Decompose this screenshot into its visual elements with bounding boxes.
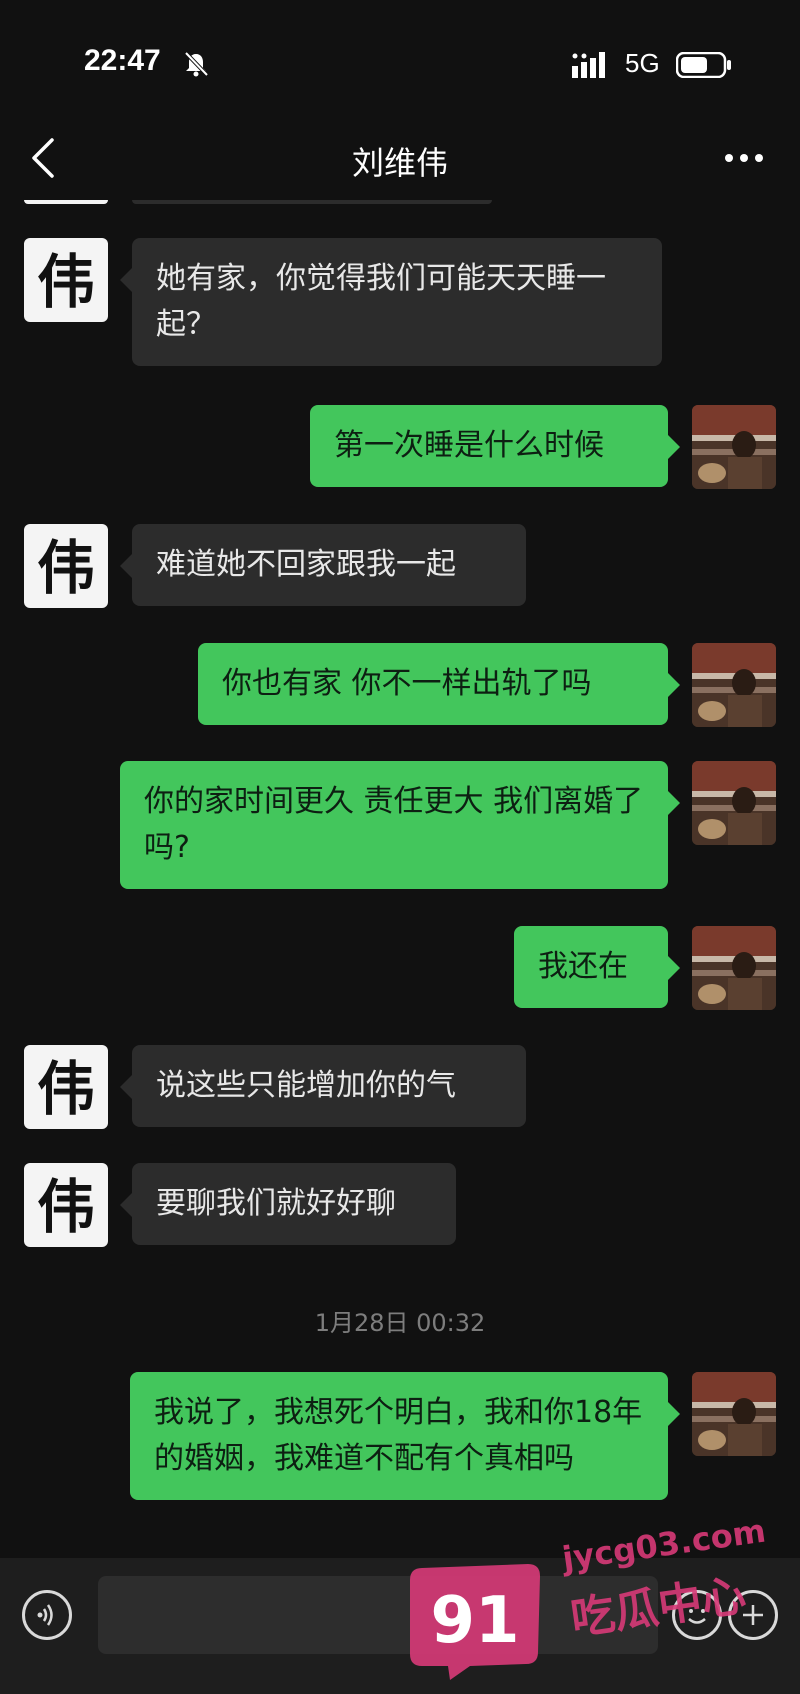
my-avatar[interactable] — [692, 926, 776, 1010]
contact-avatar[interactable]: 伟 — [24, 238, 108, 322]
partial-bubble — [132, 200, 492, 204]
svg-text:伟: 伟 — [37, 248, 95, 316]
photo-avatar-icon — [692, 761, 776, 845]
voice-button[interactable] — [22, 1590, 72, 1640]
svg-text:91: 91 — [430, 1584, 519, 1658]
svg-text:伟: 伟 — [37, 534, 95, 602]
avatar-glyph: 伟 — [37, 248, 95, 316]
contact-avatar[interactable]: 伟 — [24, 1163, 108, 1247]
more-dots-icon[interactable] — [724, 148, 764, 168]
status-time: 22:47 — [84, 44, 161, 77]
chat-title: 刘维伟 — [351, 144, 448, 182]
message-bubble-outgoing[interactable]: 我还在 — [514, 926, 680, 1008]
nav-bar: 刘维伟 — [0, 118, 800, 200]
contact-avatar[interactable]: 伟 — [24, 1045, 108, 1129]
message-bubble-outgoing[interactable]: 你的家时间更久 责任更大 我们离婚了吗? — [120, 761, 680, 889]
svg-text:伟: 伟 — [37, 1055, 95, 1123]
photo-avatar-icon — [692, 1372, 776, 1456]
chat-message-list[interactable]: 伟 她有家，你觉得我们可能天天睡一起？ 第一次睡是什么时候 伟 难道她不回家跟我… — [0, 200, 800, 1558]
avatar-glyph: 伟 — [37, 1173, 95, 1241]
message-bubble-outgoing[interactable]: 你也有家 你不一样出轨了吗 — [198, 643, 680, 725]
my-avatar[interactable] — [692, 405, 776, 489]
photo-avatar-icon — [692, 926, 776, 1010]
chat-timestamp: 1月28日 00:32 — [314, 1309, 486, 1337]
photo-avatar-icon — [692, 405, 776, 489]
watermark-logo: 91 — [410, 1564, 540, 1680]
status-bar: 22:47 5G — [0, 0, 800, 130]
my-avatar[interactable] — [692, 761, 776, 845]
bell-off-icon — [184, 51, 209, 77]
message-bubble-outgoing[interactable]: 第一次睡是什么时候 — [310, 405, 680, 487]
voice-icon — [37, 1604, 53, 1626]
message-bubble-incoming[interactable]: 说这些只能增加你的气 — [120, 1045, 526, 1127]
message-bubble-incoming[interactable]: 要聊我们就好好聊 — [120, 1163, 456, 1245]
my-avatar[interactable] — [692, 1372, 776, 1456]
partial-avatar — [24, 200, 108, 204]
contact-avatar[interactable]: 伟 — [24, 524, 108, 608]
message-bubble-incoming[interactable]: 难道她不回家跟我一起 — [120, 524, 526, 606]
signal-icon — [572, 52, 605, 78]
message-bubble-outgoing[interactable]: 我说了，我想死个明白，我和你18年的婚姻，我难道不配有个真相吗 — [130, 1372, 680, 1500]
message-bubble-incoming[interactable]: 她有家，你觉得我们可能天天睡一起？ — [120, 238, 662, 366]
avatar-glyph: 伟 — [37, 1055, 95, 1123]
photo-avatar-icon — [692, 643, 776, 727]
battery-icon — [676, 52, 731, 78]
svg-text:伟: 伟 — [37, 1173, 95, 1241]
avatar-glyph: 伟 — [37, 534, 95, 602]
my-avatar[interactable] — [692, 643, 776, 727]
network-label: 5G — [625, 48, 660, 78]
